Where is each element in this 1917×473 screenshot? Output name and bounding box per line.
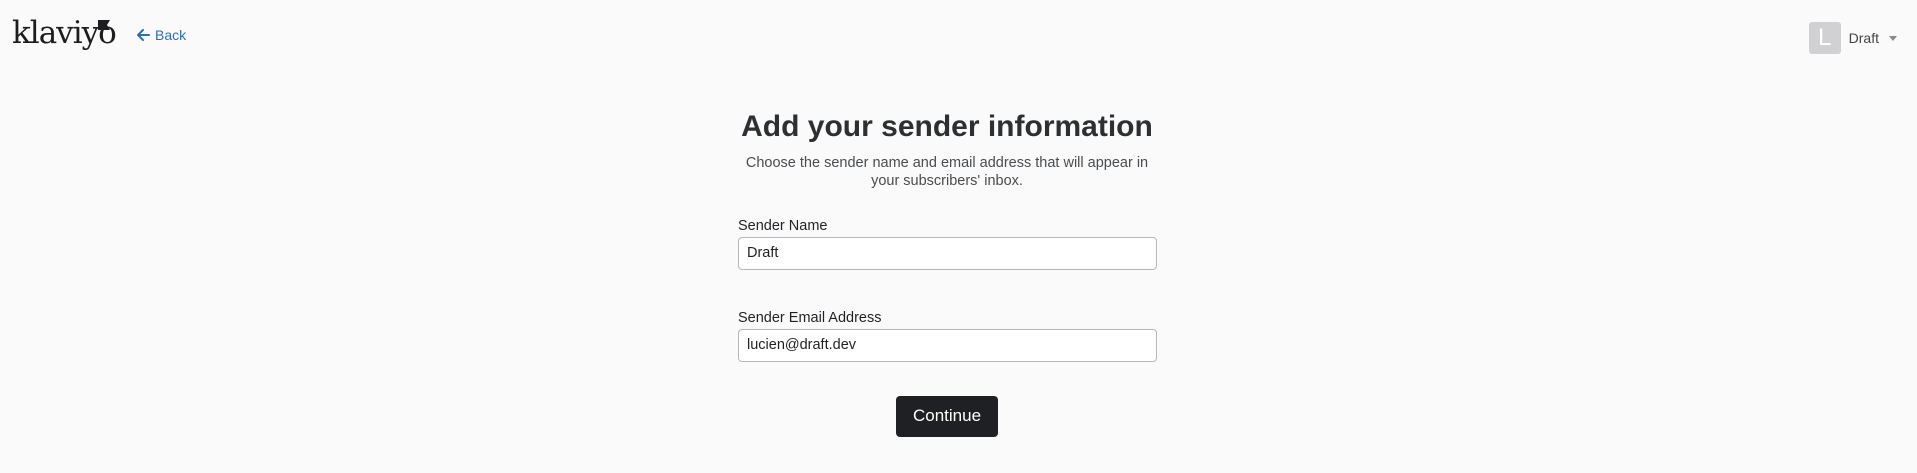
back-label: Back	[155, 27, 187, 43]
caret-down-icon	[1889, 35, 1897, 41]
account-name: Draft	[1848, 30, 1879, 46]
sender-info-form: Add your sender information Choose the s…	[738, 108, 1157, 437]
sender-email-label: Sender Email Address	[738, 309, 882, 326]
sender-email-input[interactable]	[738, 328, 1157, 362]
sender-name-label: Sender Name	[738, 217, 828, 234]
page-subtitle: Choose the sender name and email address…	[745, 154, 1149, 189]
sender-name-field: Sender Name	[738, 217, 1157, 270]
avatar: L	[1808, 22, 1841, 54]
back-link[interactable]: Back	[137, 27, 186, 43]
account-menu[interactable]: L Draft	[1808, 22, 1897, 54]
sender-name-input[interactable]	[738, 236, 1157, 270]
arrow-left-icon	[137, 29, 150, 41]
avatar-initial: L	[1817, 24, 1832, 51]
sender-email-field: Sender Email Address	[738, 309, 1157, 362]
flag-icon	[98, 20, 110, 30]
continue-button[interactable]: Continue	[895, 395, 999, 437]
page-title: Add your sender information	[741, 110, 1153, 143]
